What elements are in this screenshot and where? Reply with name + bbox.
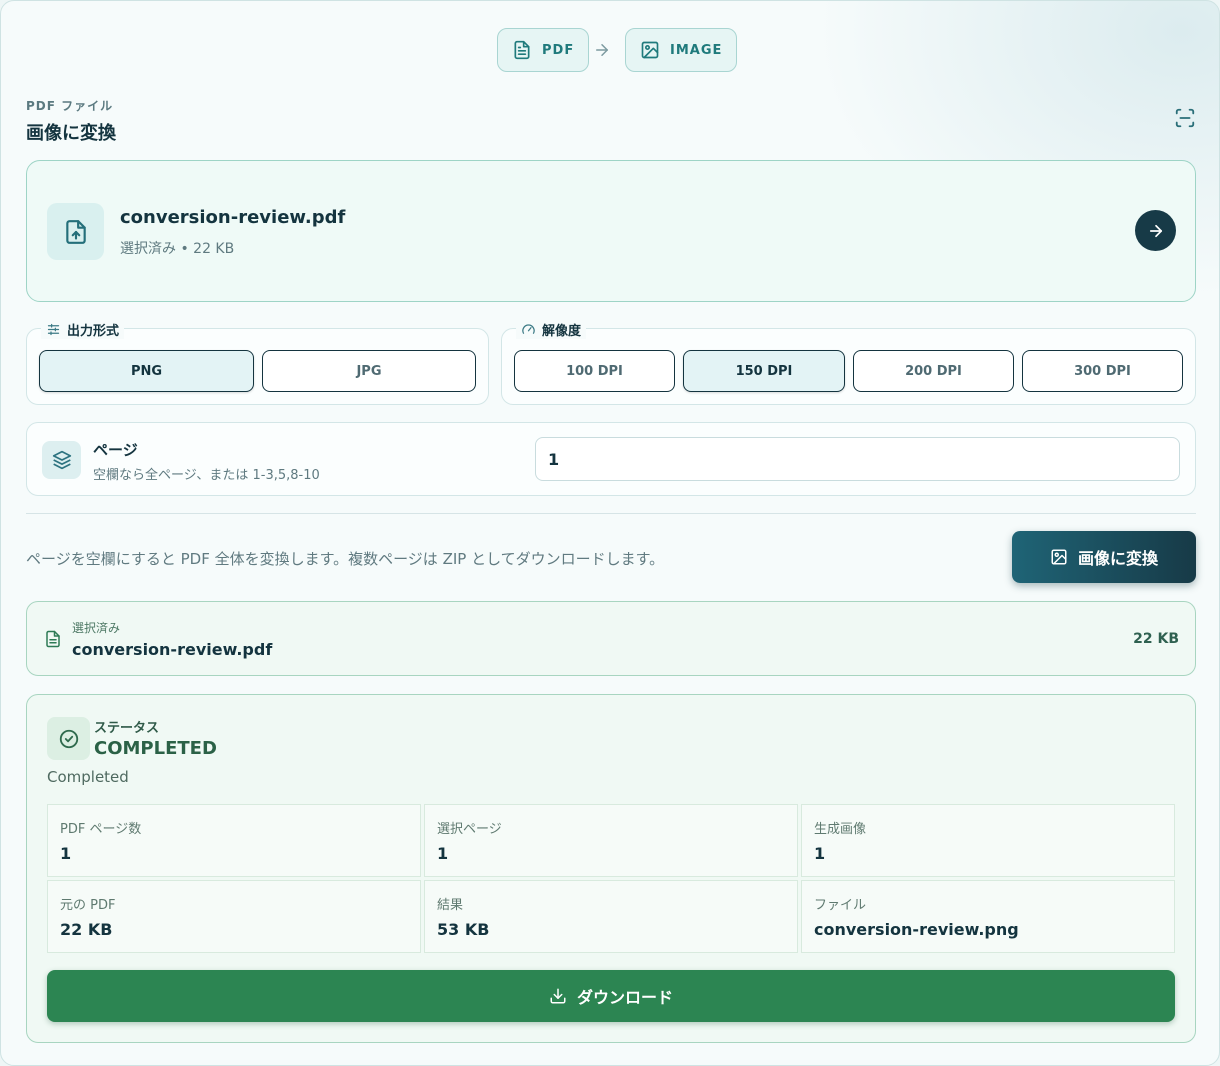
stat-label: 生成画像: [814, 822, 867, 837]
to-format-pill: IMAGE: [625, 28, 738, 72]
stat-generated-images: 生成画像 1: [801, 804, 1175, 877]
selected-file-size: 22 KB: [1133, 631, 1179, 647]
status-description: Completed: [47, 768, 129, 786]
stat-result-size: 結果 53 KB: [424, 880, 798, 953]
dpi-option-200[interactable]: 200 DPI: [853, 350, 1014, 392]
gauge-icon: [522, 324, 535, 334]
file-text-icon: [46, 630, 60, 648]
dpi-option-300[interactable]: 300 DPI: [1022, 350, 1183, 392]
next-button[interactable]: [1135, 210, 1176, 251]
stat-original-pdf: 元の PDF 22 KB: [47, 880, 421, 953]
pages-input[interactable]: [535, 437, 1180, 481]
resolution-legend: 解像度: [516, 320, 587, 339]
image-icon: [641, 41, 659, 59]
download-icon: [550, 988, 566, 1004]
stat-value: 1: [814, 844, 826, 863]
file-meta: 選択済み • 22 KB: [120, 241, 235, 257]
stat-label: 結果: [437, 898, 464, 913]
status-panel: ステータス COMPLETED Completed PDF ページ数 1 選択ペ…: [26, 694, 1196, 1043]
stat-value: 53 KB: [437, 920, 490, 939]
pages-hint: 空欄なら全ページ、または 1-3,5,8-10: [93, 468, 320, 483]
stat-label: PDF ページ数: [60, 822, 142, 837]
resolution-group: 解像度 100 DPI 150 DPI 200 DPI 300 DPI: [501, 320, 1196, 405]
convert-button[interactable]: 画像に変換: [1012, 531, 1196, 583]
selected-file-label: 選択済み: [72, 621, 121, 635]
selected-file-name: conversion-review.pdf: [72, 640, 273, 659]
from-format-label: PDF: [542, 42, 575, 58]
convert-button-label: 画像に変換: [1077, 549, 1158, 568]
converter-card: PDF IMAGE PDF ファイル 画像に変換 conversion-revi…: [0, 0, 1220, 1066]
image-icon: [1051, 549, 1067, 565]
page-selector: ページ 空欄なら全ページ、または 1-3,5,8-10: [26, 422, 1196, 496]
status-value: COMPLETED: [94, 738, 217, 759]
sliders-icon: [47, 323, 60, 336]
dpi-option-150[interactable]: 150 DPI: [683, 350, 845, 392]
check-circle-icon: [47, 717, 90, 760]
download-button-label: ダウンロード: [576, 988, 673, 1007]
stat-value: 1: [60, 844, 72, 863]
arrow-right-icon: [1149, 224, 1162, 237]
stat-pdf-pages: PDF ページ数 1: [47, 804, 421, 877]
file-name: conversion-review.pdf: [120, 207, 346, 228]
stat-value: 22 KB: [60, 920, 113, 939]
format-option-jpg[interactable]: JPG: [262, 350, 476, 392]
resolution-label: 解像度: [542, 324, 582, 339]
stat-label: ファイル: [814, 898, 867, 913]
stat-value: conversion-review.png: [814, 920, 1019, 939]
page-eyebrow: PDF ファイル: [26, 99, 114, 113]
stat-output-file: ファイル conversion-review.png: [801, 880, 1175, 953]
output-format-label: 出力形式: [67, 324, 120, 339]
stat-label: 元の PDF: [60, 898, 116, 913]
stat-value: 1: [437, 844, 449, 863]
stat-label: 選択ページ: [437, 822, 502, 837]
page-title: 画像に変換: [26, 123, 116, 144]
from-format-pill: PDF: [497, 28, 590, 72]
stat-selected-pages: 選択ページ 1: [424, 804, 798, 877]
file-upload-icon: [47, 203, 104, 260]
result-stats-grid: PDF ページ数 1 選択ページ 1 生成画像 1 元の PDF 22 KB 結…: [47, 804, 1175, 953]
status-label: ステータス: [94, 721, 160, 736]
download-button[interactable]: ダウンロード: [47, 970, 1175, 1022]
format-option-png[interactable]: PNG: [39, 350, 254, 392]
layers-icon: [42, 441, 81, 479]
output-format-legend: 出力形式: [41, 320, 125, 339]
to-format-label: IMAGE: [670, 42, 723, 58]
dpi-option-100[interactable]: 100 DPI: [514, 350, 675, 392]
arrow-right-icon: [596, 44, 608, 56]
output-format-group: 出力形式 PNG JPG: [26, 320, 489, 405]
scan-icon[interactable]: [1174, 107, 1196, 129]
divider: [26, 513, 1196, 514]
selected-file-panel: 選択済み conversion-review.pdf 22 KB: [26, 601, 1196, 676]
file-dropzone[interactable]: conversion-review.pdf 選択済み • 22 KB: [26, 160, 1196, 302]
conversion-note: ページを空欄にすると PDF 全体を変換します。複数ページは ZIP としてダウ…: [26, 550, 665, 568]
file-text-icon: [514, 40, 530, 60]
pages-label: ページ: [93, 441, 138, 459]
